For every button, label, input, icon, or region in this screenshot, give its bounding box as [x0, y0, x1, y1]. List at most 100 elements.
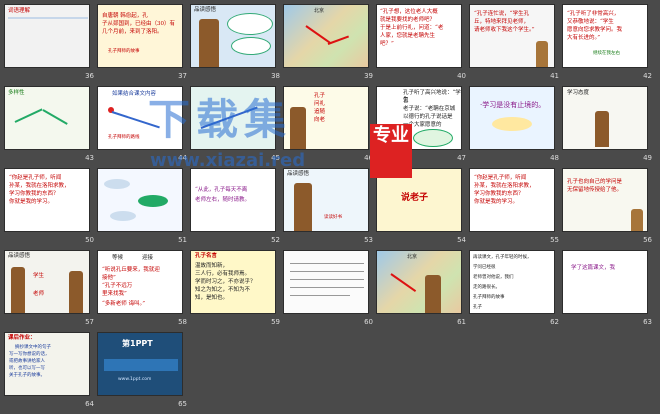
- slide-number: 52: [271, 236, 280, 244]
- text-line: 或把故事讲给家人: [9, 359, 45, 364]
- route-line: [390, 273, 417, 293]
- slide-thumbnail-56[interactable]: 孔子也向自己的学问是 无保留地传授给了他。: [562, 168, 648, 232]
- slide-title: 词语理解: [8, 8, 31, 14]
- text-line: 吧？”: [380, 41, 394, 47]
- figure-image: [631, 209, 643, 231]
- slide-thumbnail-65[interactable]: 第1PPT www.1ppt.com: [97, 332, 183, 396]
- text-line: 向老: [314, 117, 326, 123]
- text-line: “孔子听了非常高兴，: [567, 11, 620, 17]
- slide-thumbnail-41[interactable]: “孔子连忙说，“学生孔 丘，特地来拜见老师， 请老师收下我这个学生。”: [469, 4, 555, 68]
- text-line: “多新老师 诲叫。”: [102, 301, 146, 307]
- slide-title: 品读感悟: [287, 171, 310, 177]
- slide-thumbnail-57[interactable]: 品读感悟 学生 老师: [4, 250, 90, 314]
- slide-thumbnail-50[interactable]: “你赵是孔子师，听闻 孙某，我就在洛阳求教， 学习你教我的东西？ 你就是我的学习…: [4, 168, 90, 232]
- speech-bubble: [227, 13, 273, 35]
- slide-thumbnail-38[interactable]: 品读感悟: [190, 4, 276, 68]
- slide-thumbnail-55[interactable]: “你赵是孔子师，听闻 孙某，我就在洛阳求教， 学习你教我的东西？ 你就是我的学习…: [469, 168, 555, 232]
- slide-thumbnail-58[interactable]: 等候 迎接 “听说孔丘要来，我就迎 接他” “孔子不远万 里来找我” “多新老师…: [97, 250, 183, 314]
- text-line: 丘，特地来拜见老师，: [474, 19, 530, 25]
- speech-bubble: [231, 37, 271, 55]
- text-line-placeholder: [290, 263, 364, 264]
- slide-thumbnail-36[interactable]: 词语理解: [4, 4, 90, 68]
- text-line: “听说孔丘要来，我就迎: [102, 267, 160, 273]
- slide-thumbnail-46[interactable]: 孔子 问礼 追随 向老: [283, 86, 369, 150]
- slide-title: 品读感悟: [194, 7, 217, 13]
- slide-thumbnail-59[interactable]: 孔子名言 温故而知新， 三人行，必有我师焉。 学而时习之，不亦说乎？ 知之为知之…: [190, 250, 276, 314]
- slide-number: 39: [364, 72, 373, 80]
- brand-logo: 第1PPT: [122, 339, 153, 348]
- text-line: 追随: [314, 109, 326, 115]
- text-line: 走的路很长。: [473, 285, 500, 290]
- slide-thumbnail-52[interactable]: “从此，孔子每天不离 老师左右，随时请教。: [190, 168, 276, 232]
- slide-title: 品读感悟: [8, 253, 31, 259]
- slide-thumbnail-60[interactable]: [283, 250, 369, 314]
- route-line: [327, 35, 350, 45]
- slide-thumbnail-61[interactable]: 北京: [376, 250, 462, 314]
- text-line-placeholder: [290, 295, 350, 296]
- text-line: 学习你教我的东西？: [474, 191, 524, 197]
- slide-thumbnail-40[interactable]: “孔子想，这位老人大概 就是我要找的老师吧？ 于是上前行礼，问道：“老 人家，您…: [376, 4, 462, 68]
- text-line: 老师左右，随时请教。: [195, 197, 251, 203]
- slide-number: 65: [178, 400, 187, 408]
- slide-thumbnail-42[interactable]: “孔子听了非常高兴， 又恭敬地说：“学生 愿意向您求教学问。我 大有长进的。” …: [562, 4, 648, 68]
- slide-thumbnail-37[interactable]: 自唐朝 韩愈起，孔 子从郯国到，已经由（30）有 几个月前，来到了洛阳。 孔子拜…: [97, 4, 183, 68]
- slide-number: 54: [457, 236, 466, 244]
- text-line: 孔子听了高兴地说：“学生: [403, 90, 461, 103]
- watermark-url: www.xiazai.red: [150, 150, 306, 171]
- text-line: 里来找我”: [102, 291, 127, 297]
- text-line-placeholder: [290, 287, 364, 288]
- text-line: 学而时习之，不亦说乎？: [195, 279, 256, 285]
- text-line: “孔子不远万: [102, 283, 133, 289]
- slide-title: 学习态度: [567, 90, 590, 96]
- text-line: 温故而知新，: [195, 263, 229, 269]
- slide-thumbnail-51[interactable]: [97, 168, 183, 232]
- text-line: 学了这篇课文，我: [571, 265, 616, 271]
- figure-image: [294, 183, 312, 231]
- slide-number: 60: [364, 318, 373, 326]
- slide-thumbnail-64[interactable]: 课后作业： 摘抄课文中的句子 写一写你想说的话， 或把故事讲给家人 听，也可以写…: [4, 332, 90, 396]
- text-line: 孔子拜师的故事: [473, 295, 505, 300]
- slide-thumbnail-63[interactable]: 学了这篇课文，我: [562, 250, 648, 314]
- confucius-figure: [199, 19, 219, 67]
- slide-title: 多样性: [8, 90, 25, 96]
- slide-thumbnail-62[interactable]: 再读课文，孔子年轻的时候， 学问已经很 老师曾对他说，我们 走的路很长。 孔子拜…: [469, 250, 555, 314]
- text-line: “孔子连忙说，“学生孔: [474, 11, 530, 17]
- slide-title: 孔子名言: [195, 253, 218, 259]
- text-line: 又恭敬地说：“学生: [567, 19, 614, 25]
- text-line: 曾: [403, 98, 409, 104]
- text-line: “你赵是孔子师，听闻: [9, 175, 62, 181]
- text-line: 老子说：“老聃在京城: [403, 106, 456, 112]
- slide-number: 37: [178, 72, 187, 80]
- slide-number: 57: [85, 318, 94, 326]
- slide-thumbnail-53[interactable]: 品读感悟 读读好书: [283, 168, 369, 232]
- node-shape: [138, 195, 168, 207]
- slide-thumbnail-43[interactable]: 多样性: [4, 86, 90, 150]
- text-line: 知之为知之，不知为不: [195, 287, 251, 293]
- map-label: 北京: [407, 254, 418, 260]
- text-line: 自唐朝 韩愈起，孔: [102, 13, 148, 19]
- slide-thumbnail-49[interactable]: 学习态度: [562, 86, 648, 150]
- slide-title: 说老子: [401, 193, 429, 203]
- text-line: 问礼: [314, 101, 326, 107]
- text-line: 学习你教我的东西？: [9, 191, 59, 197]
- map-label: 北京: [314, 8, 325, 14]
- text-line: 摘抄课文中的句子: [15, 345, 51, 350]
- slide-number: 36: [85, 72, 94, 80]
- website-url: www.1ppt.com: [118, 377, 152, 382]
- text-line: 孔子: [314, 93, 326, 99]
- text-line: “你赵是孔子师，听闻: [474, 175, 527, 181]
- slide-number: 47: [457, 154, 466, 162]
- figure-image: [536, 41, 548, 67]
- slide-thumbnail-39[interactable]: 北京: [283, 4, 369, 68]
- text-line: 等候: [112, 255, 124, 261]
- slide-number: 49: [643, 154, 652, 162]
- slide-thumbnail-48[interactable]: ·学习是没有止境的。: [469, 86, 555, 150]
- figure-image: [69, 271, 83, 313]
- slide-number: 40: [457, 72, 466, 80]
- slide-number: 53: [364, 236, 373, 244]
- figure-image: [290, 107, 306, 149]
- slide-number: 58: [178, 318, 187, 326]
- text-line: ·学习是没有止境的。: [480, 101, 546, 109]
- text-line: 你就是我的学习。: [9, 199, 54, 205]
- text-line: 老师: [33, 291, 45, 297]
